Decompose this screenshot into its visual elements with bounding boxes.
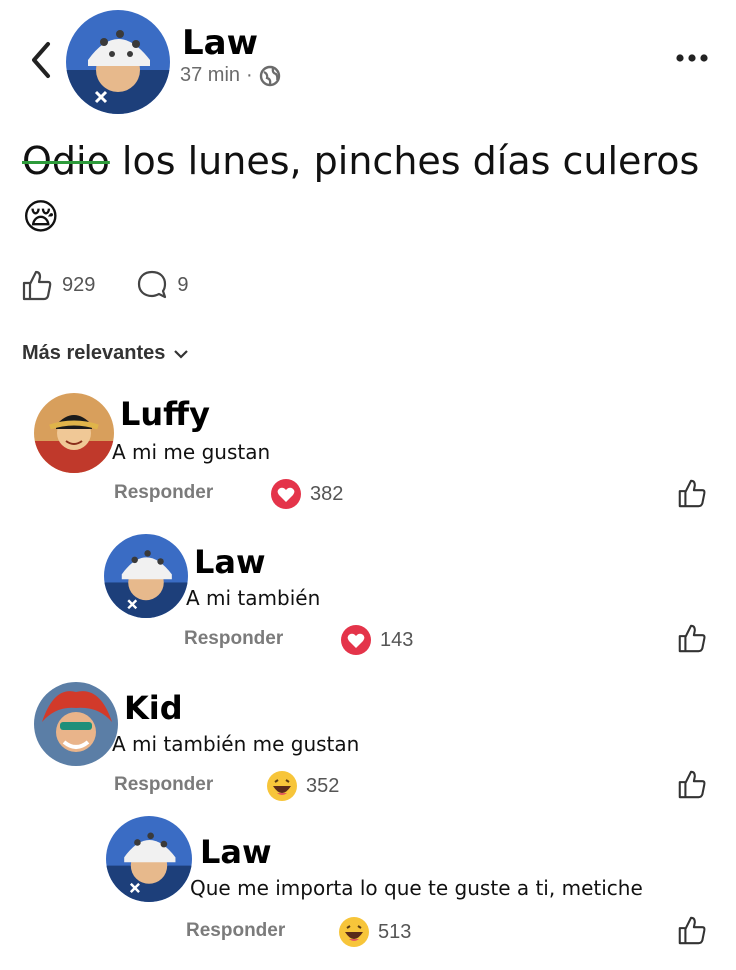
comment-author[interactable]: Kid [124, 692, 183, 724]
like-icon [22, 270, 52, 301]
comment-author[interactable]: Luffy [120, 398, 210, 430]
reaction-count: 382 [310, 482, 344, 505]
comment-text: Que me importa lo que te guste a ti, met… [190, 876, 643, 900]
post-meta: 37 min · [180, 64, 281, 87]
comment-author[interactable]: Law [200, 836, 272, 868]
laugh-reaction-icon [267, 771, 297, 801]
reaction-summary[interactable]: 352 [266, 770, 339, 802]
post-stats: 929 9 [20, 268, 229, 302]
meta-separator: · [246, 64, 253, 86]
comment-icon [138, 270, 167, 299]
reply-button[interactable]: Responder [114, 774, 213, 796]
comment-like-icon[interactable] [676, 622, 708, 654]
reply-button[interactable]: Responder [184, 628, 283, 650]
reaction-summary[interactable]: 513 [338, 916, 411, 948]
sleepy-face-emoji: 😪 [22, 197, 60, 238]
heart-reaction-icon [271, 479, 301, 509]
reply-button[interactable]: Responder [114, 482, 213, 504]
comment-avatar-kid[interactable] [34, 682, 118, 766]
comment-avatar-law[interactable] [104, 534, 188, 618]
globe-icon [259, 65, 280, 86]
comment-count: 9 [177, 273, 189, 296]
luffy-avatar-image [34, 393, 114, 473]
post-body-text: los lunes, pinches días culeros [109, 139, 700, 183]
reply-button[interactable]: Responder [186, 920, 285, 942]
sort-dropdown[interactable]: Más relevantes [22, 342, 189, 365]
comment-like-icon[interactable] [676, 477, 708, 509]
laugh-reaction-icon [339, 917, 369, 947]
comment-text: A mi también me gustan [112, 732, 360, 756]
comment-text: A mi me gustan [112, 440, 271, 464]
back-arrow-icon[interactable] [28, 38, 54, 82]
chevron-down-icon [174, 349, 189, 359]
comment-avatar-luffy[interactable] [34, 393, 114, 473]
post-author-name[interactable]: Law [182, 26, 258, 60]
more-options-icon[interactable] [672, 48, 712, 68]
comment-author[interactable]: Law [194, 546, 266, 578]
law-avatar-image [66, 10, 170, 114]
post-text: Odio los lunes, pinches días culeros 😪 [22, 134, 722, 245]
kid-avatar-image [34, 682, 118, 766]
comment-text: A mi también [186, 586, 321, 610]
comment-stat[interactable]: 9 [135, 268, 189, 302]
like-count: 929 [62, 273, 96, 296]
comment-like-icon[interactable] [676, 768, 708, 800]
sort-label: Más relevantes [22, 342, 166, 364]
author-avatar[interactable] [66, 10, 170, 114]
struck-word: Odio [22, 139, 110, 183]
reaction-count: 143 [380, 628, 414, 651]
reaction-count: 513 [378, 920, 412, 943]
comment-avatar-law[interactable] [106, 816, 192, 902]
heart-reaction-icon [341, 625, 371, 655]
reaction-summary[interactable]: 382 [270, 478, 343, 510]
law-avatar-image [106, 816, 192, 902]
like-stat[interactable]: 929 [20, 268, 95, 302]
post-time: 37 min [180, 64, 241, 86]
reaction-summary[interactable]: 143 [340, 624, 413, 656]
law-avatar-image [104, 534, 188, 618]
comment-like-icon[interactable] [676, 914, 708, 946]
reaction-count: 352 [306, 774, 340, 797]
